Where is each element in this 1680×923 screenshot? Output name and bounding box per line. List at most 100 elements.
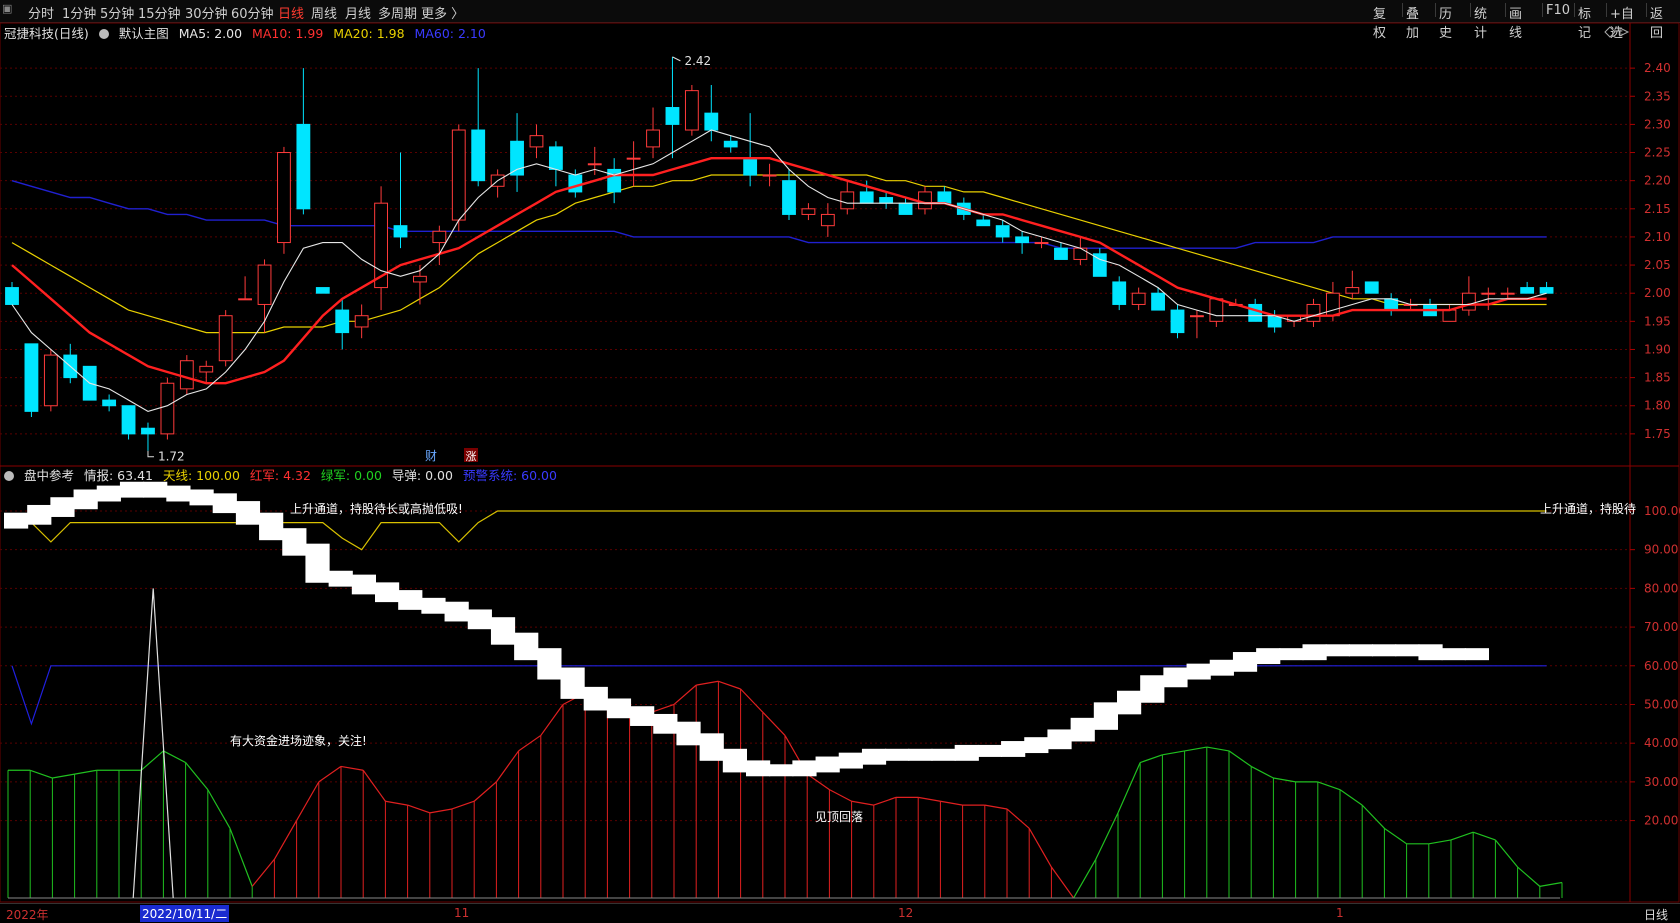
- kline-chart[interactable]: 2.40 2.35 2.30 2.25 2.20 2.15 2.10 2.05 2.00 1.95…: [0, 0, 1680, 903]
- candle-down: [24, 343, 39, 412]
- finance-badge: 财: [425, 449, 437, 463]
- price-tick-label-8: 2.00: [1644, 286, 1671, 300]
- diamond-icon[interactable]: [1604, 26, 1616, 38]
- candle-down: [1112, 281, 1127, 305]
- price-tick-label-11: 1.85: [1644, 371, 1671, 385]
- candle-down: [102, 399, 117, 407]
- qingbao-block: [1140, 675, 1165, 703]
- low-marker: [147, 450, 154, 458]
- qingbao-block: [861, 748, 887, 765]
- candle-up: [257, 264, 272, 305]
- candle-up: [840, 191, 855, 210]
- candle-down: [704, 112, 719, 131]
- up-channel-text: 上升通道，持股待长或高抛低吸!: [290, 501, 463, 516]
- ma5-line: [11, 129, 1547, 412]
- qingbao-block: [305, 543, 330, 583]
- time-axis-bar: 2022年 2022/10/11/二 11 12 1 日线: [0, 903, 1680, 922]
- army-outline: [495, 750, 520, 783]
- army-outline: [140, 750, 164, 771]
- qingbao-block: [885, 748, 910, 761]
- army-outline: [207, 789, 231, 829]
- army-outline: [362, 769, 386, 802]
- qingbao-block: [746, 760, 771, 777]
- sub-tick-label-7: 30.00: [1644, 775, 1678, 789]
- qingbao-block: [50, 497, 75, 517]
- qingbao-block: [375, 582, 400, 603]
- qingbao-block: [4, 512, 29, 529]
- army-outline: [229, 828, 253, 887]
- qingbao-block: [1418, 644, 1443, 661]
- qingbao-block: [908, 748, 933, 761]
- sub-tick-label-5: 50.00: [1644, 697, 1678, 711]
- qingbao-block: [259, 512, 284, 541]
- candle-up: [218, 315, 233, 362]
- qingbao-block: [1441, 648, 1466, 661]
- price-tick-label-10: 1.90: [1644, 342, 1671, 356]
- candle-down: [859, 191, 874, 204]
- qingbao-block: [398, 590, 423, 610]
- army-outline: [918, 796, 941, 802]
- qingbao-block: [1348, 644, 1374, 657]
- army-outline: [984, 804, 1008, 810]
- triangle-icon[interactable]: [1619, 27, 1630, 37]
- army-outline: [1473, 831, 1496, 841]
- rise-badge: 涨: [466, 450, 477, 463]
- qingbao-block: [1163, 667, 1188, 688]
- candle-up: [277, 152, 291, 244]
- qingbao-block: [212, 493, 237, 514]
- candle-up: [587, 163, 602, 166]
- qingbao-block: [815, 756, 840, 773]
- army-outline: [740, 688, 764, 713]
- candle-down: [665, 107, 680, 125]
- qingbao-block: [119, 481, 145, 498]
- army-outline: [1317, 781, 1341, 791]
- candle-up: [820, 213, 835, 227]
- army-outline: [451, 800, 475, 810]
- price-tick-label-5: 2.15: [1644, 202, 1671, 216]
- army-outline: [1006, 808, 1030, 829]
- qingbao-block: [606, 698, 632, 719]
- candle-up: [43, 354, 58, 407]
- army-outline: [1162, 750, 1185, 756]
- candle-up: [626, 157, 641, 160]
- price-tick-label-13: 1.75: [1644, 427, 1671, 441]
- qingbao-block: [235, 501, 261, 525]
- qingbao-block: [722, 748, 747, 773]
- sub-tick-label-8: 20.00: [1644, 814, 1678, 828]
- candle-down: [471, 129, 486, 182]
- qingbao-block: [1070, 717, 1095, 742]
- qingbao-block: [769, 764, 794, 777]
- qingbao-block: [699, 733, 724, 761]
- qingbao-block: [189, 489, 214, 506]
- period-label[interactable]: 日线: [1644, 906, 1668, 923]
- month-12-label: 12: [898, 906, 914, 920]
- candle-down: [898, 202, 913, 215]
- army-outline: [851, 800, 874, 806]
- candle-down: [1539, 287, 1554, 294]
- candle-down: [1364, 281, 1379, 294]
- qingbao-block: [514, 632, 539, 661]
- qingbao-block: [1117, 690, 1142, 715]
- army-outline: [163, 750, 186, 764]
- army-outline: [1228, 750, 1252, 767]
- candle-down: [548, 146, 563, 170]
- army-outline: [1517, 866, 1541, 887]
- candle-down: [1170, 309, 1185, 334]
- month-1-label: 1: [1336, 906, 1344, 920]
- candle-up: [1345, 287, 1360, 294]
- army-outline: [1384, 827, 1407, 845]
- qingbao-block: [96, 485, 121, 502]
- price-tick-label-9: 1.95: [1644, 314, 1671, 328]
- army-outline: [1250, 765, 1274, 779]
- sub-tick-label-1: 90.00: [1644, 543, 1678, 557]
- price-tick-label-4: 2.20: [1644, 174, 1671, 188]
- candle-up: [199, 365, 214, 373]
- army-outline: [74, 769, 97, 775]
- qingbao-block: [166, 485, 191, 502]
- price-tick-label-6: 2.10: [1644, 230, 1671, 244]
- candle-up: [1131, 292, 1146, 305]
- army-outline: [1428, 839, 1452, 845]
- price-tick-label-0: 2.40: [1644, 61, 1671, 75]
- army-outline: [251, 858, 275, 887]
- army-outline: [873, 796, 897, 806]
